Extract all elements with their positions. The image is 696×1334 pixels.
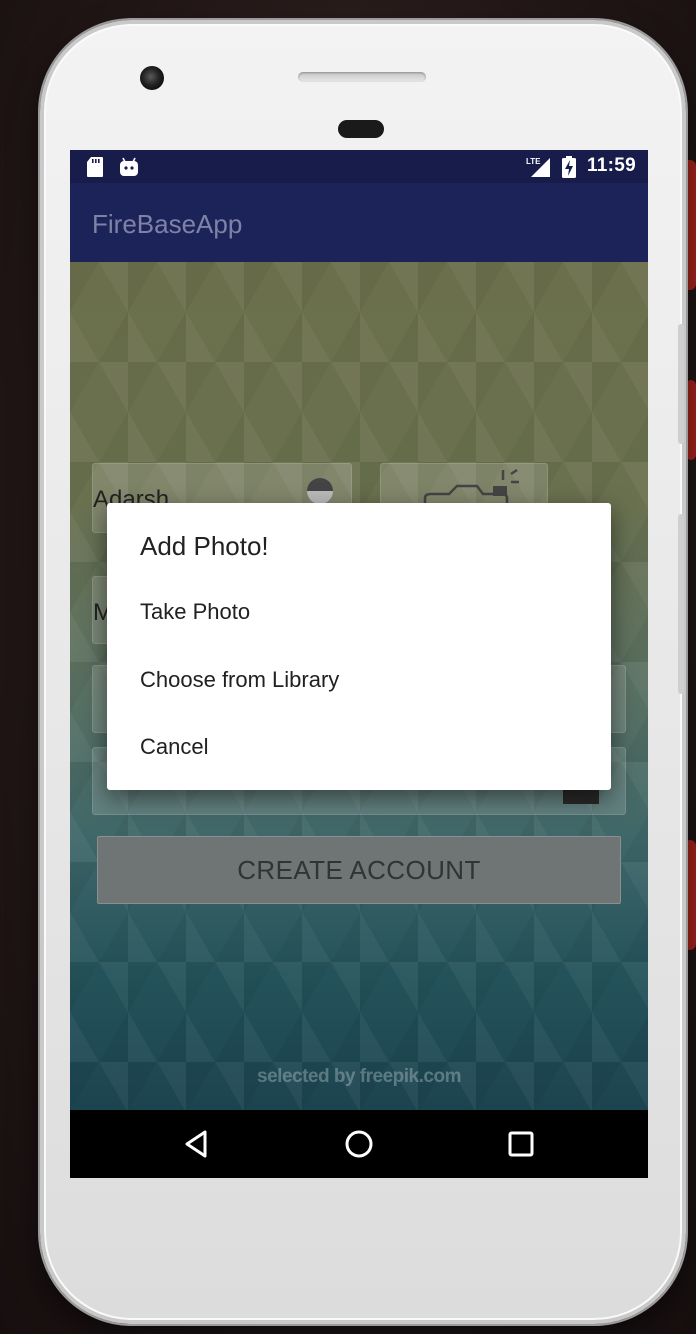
phone-screen: LTE 11:59 FireBaseApp Adarsh M CREATE AC… bbox=[70, 150, 648, 1178]
app-title: FireBaseApp bbox=[92, 209, 243, 239]
choose-from-library-option[interactable]: Choose from Library bbox=[140, 667, 339, 693]
svg-text:LTE: LTE bbox=[526, 157, 541, 166]
home-icon[interactable] bbox=[341, 1126, 377, 1162]
earpiece-speaker bbox=[298, 72, 426, 82]
recents-icon[interactable] bbox=[503, 1126, 539, 1162]
sd-card-icon bbox=[87, 157, 103, 177]
back-icon[interactable] bbox=[179, 1126, 215, 1162]
front-camera bbox=[140, 66, 164, 90]
app-bar: FireBaseApp bbox=[70, 183, 648, 262]
phone-side-button bbox=[678, 324, 684, 444]
android-icon bbox=[120, 157, 138, 176]
battery-charging-icon bbox=[562, 156, 576, 178]
dialog-title: Add Photo! bbox=[140, 531, 269, 561]
navigation-bar bbox=[70, 1110, 648, 1178]
add-photo-dialog: Add Photo! Take Photo Choose from Librar… bbox=[107, 503, 611, 790]
proximity-sensor bbox=[338, 120, 384, 138]
take-photo-option[interactable]: Take Photo bbox=[140, 599, 250, 625]
clock: 11:59 bbox=[586, 155, 636, 176]
status-bar: LTE 11:59 bbox=[70, 150, 648, 183]
background-decoration-red bbox=[686, 380, 696, 460]
phone-side-button bbox=[678, 514, 684, 694]
lte-signal-icon: LTE bbox=[526, 157, 550, 177]
cancel-option[interactable]: Cancel bbox=[140, 734, 208, 760]
